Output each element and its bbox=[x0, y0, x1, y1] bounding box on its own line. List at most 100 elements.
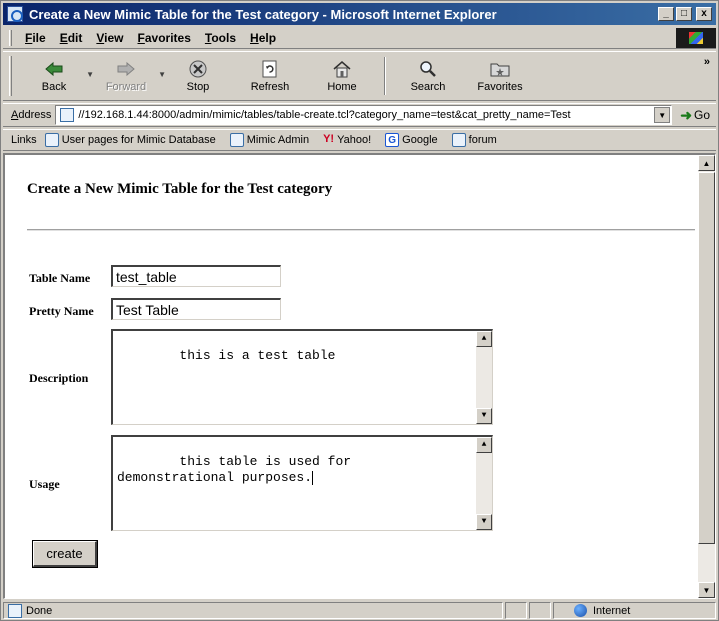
zone-label: Internet bbox=[593, 604, 631, 617]
close-button[interactable]: x bbox=[696, 7, 712, 21]
menu-edit[interactable]: Edit bbox=[53, 31, 90, 45]
title-bar[interactable]: Create a New Mimic Table for the Test ca… bbox=[3, 3, 716, 25]
browser-window: Create a New Mimic Table for the Test ca… bbox=[0, 0, 719, 621]
google-icon: G bbox=[385, 133, 400, 147]
refresh-icon bbox=[259, 59, 281, 79]
menu-grip[interactable] bbox=[9, 29, 12, 46]
menu-favorites[interactable]: Favorites bbox=[131, 31, 198, 45]
stop-button[interactable]: Stop bbox=[162, 54, 234, 98]
search-button[interactable]: Search bbox=[392, 54, 464, 98]
page-viewport: Create a New Mimic Table for the Test ca… bbox=[3, 153, 716, 599]
stop-label: Stop bbox=[186, 81, 210, 93]
page-status-icon bbox=[8, 603, 22, 618]
standard-toolbar: Back ▼ Forward ▼ Stop Refresh Home Searc… bbox=[3, 51, 716, 101]
description-label: Description bbox=[29, 371, 89, 385]
link-user-pages-label: User pages for Mimic Database bbox=[61, 134, 216, 146]
link-mimic-admin-label: Mimic Admin bbox=[246, 134, 310, 146]
page-scrollbar[interactable]: ▲ ▼ bbox=[698, 155, 715, 598]
forward-button[interactable]: Forward ▼ bbox=[90, 54, 166, 98]
windows-logo bbox=[676, 27, 716, 48]
link-mimic-admin[interactable]: Mimic Admin bbox=[229, 133, 310, 147]
scroll-up-icon[interactable]: ▲ bbox=[476, 437, 492, 453]
address-input[interactable]: //192.168.1.44:8000/admin/mimic/tables/t… bbox=[55, 105, 673, 125]
text-caret bbox=[312, 470, 314, 485]
table-name-input[interactable]: test_table bbox=[111, 265, 281, 287]
status-text-panel: Done bbox=[3, 602, 503, 619]
scroll-down-icon[interactable]: ▼ bbox=[698, 582, 715, 598]
table-name-label: Table Name bbox=[29, 271, 91, 285]
status-cell bbox=[505, 602, 527, 619]
description-textarea[interactable]: this is a test table ▲ ▼ bbox=[111, 329, 493, 425]
forward-arrow-icon bbox=[115, 59, 137, 79]
favorites-button[interactable]: Favorites bbox=[464, 54, 536, 98]
page-link-icon bbox=[229, 133, 244, 147]
status-bar: Done Internet bbox=[3, 601, 716, 620]
go-button[interactable]: ➜ Go bbox=[680, 107, 710, 124]
security-zone[interactable]: Internet bbox=[553, 602, 716, 619]
go-label: Go bbox=[693, 108, 710, 122]
scroll-up-icon[interactable]: ▲ bbox=[698, 155, 715, 171]
link-yahoo[interactable]: Y! Yahoo! bbox=[323, 133, 371, 147]
link-user-pages[interactable]: User pages for Mimic Database bbox=[44, 133, 216, 147]
usage-text: this table is used for demonstrational p… bbox=[117, 454, 359, 485]
status-text: Done bbox=[26, 604, 53, 617]
forward-label: Forward bbox=[105, 81, 147, 93]
description-text: this is a test table bbox=[179, 348, 336, 363]
status-cell bbox=[529, 602, 551, 619]
link-google-label: Google bbox=[402, 134, 438, 146]
go-arrow-icon: ➜ bbox=[680, 106, 692, 123]
page-link-icon bbox=[44, 133, 59, 147]
home-icon bbox=[331, 59, 353, 79]
refresh-label: Refresh bbox=[250, 81, 290, 93]
links-label: Links bbox=[11, 134, 37, 146]
menu-help[interactable]: Help bbox=[243, 31, 283, 45]
scroll-down-icon[interactable]: ▼ bbox=[476, 408, 492, 424]
window-controls: _ □ x bbox=[658, 7, 712, 21]
link-yahoo-label: Yahoo! bbox=[337, 134, 372, 146]
page-content: Create a New Mimic Table for the Test ca… bbox=[5, 155, 698, 598]
page-icon bbox=[60, 108, 75, 122]
link-google[interactable]: G Google bbox=[385, 133, 438, 147]
menu-view[interactable]: View bbox=[89, 31, 130, 45]
search-label: Search bbox=[410, 81, 446, 93]
favorites-folder-icon bbox=[489, 59, 511, 79]
address-url[interactable]: //192.168.1.44:8000/admin/mimic/tables/t… bbox=[78, 109, 654, 121]
usage-label: Usage bbox=[29, 477, 60, 491]
back-arrow-icon bbox=[43, 59, 65, 79]
refresh-button[interactable]: Refresh bbox=[234, 54, 306, 98]
window-title: Create a New Mimic Table for the Test ca… bbox=[29, 6, 497, 22]
page-title: Create a New Mimic Table for the Test ca… bbox=[27, 181, 333, 197]
pretty-name-input[interactable]: Test Table bbox=[111, 298, 281, 320]
horizontal-rule bbox=[27, 229, 695, 231]
menu-file[interactable]: File bbox=[18, 31, 53, 45]
address-dropdown-icon[interactable]: ▼ bbox=[654, 107, 671, 123]
scroll-up-icon[interactable]: ▲ bbox=[476, 331, 492, 347]
yahoo-icon: Y! bbox=[323, 133, 335, 145]
home-label: Home bbox=[327, 81, 357, 93]
usage-textarea[interactable]: this table is used for demonstrational p… bbox=[111, 435, 493, 531]
toolbar-more-chevron[interactable]: » bbox=[704, 56, 710, 68]
maximize-button[interactable]: □ bbox=[676, 7, 692, 21]
link-forum[interactable]: forum bbox=[451, 133, 497, 147]
stop-icon bbox=[187, 59, 209, 79]
scroll-thumb[interactable] bbox=[698, 172, 715, 544]
page-link-icon bbox=[451, 133, 466, 147]
internet-explorer-icon[interactable] bbox=[7, 6, 23, 22]
favorites-label: Favorites bbox=[477, 81, 523, 93]
back-label: Back bbox=[41, 81, 67, 93]
link-forum-label: forum bbox=[468, 134, 497, 146]
menu-bar: File Edit View Favorites Tools Help bbox=[3, 27, 716, 49]
minimize-button[interactable]: _ bbox=[658, 7, 674, 21]
pretty-name-label: Pretty Name bbox=[29, 304, 94, 318]
usage-scrollbar[interactable]: ▲ ▼ bbox=[476, 437, 492, 530]
toolbar-grip[interactable] bbox=[9, 56, 12, 96]
address-bar: Address //192.168.1.44:8000/admin/mimic/… bbox=[3, 103, 716, 127]
create-button[interactable]: create bbox=[32, 540, 98, 568]
menu-tools[interactable]: Tools bbox=[198, 31, 243, 45]
description-scrollbar[interactable]: ▲ ▼ bbox=[476, 331, 492, 424]
home-button[interactable]: Home bbox=[306, 54, 378, 98]
links-bar: Links User pages for Mimic Database Mimi… bbox=[3, 129, 716, 151]
scroll-down-icon[interactable]: ▼ bbox=[476, 514, 492, 530]
windows-flag-icon bbox=[689, 31, 703, 44]
back-button[interactable]: Back ▼ bbox=[18, 54, 94, 98]
